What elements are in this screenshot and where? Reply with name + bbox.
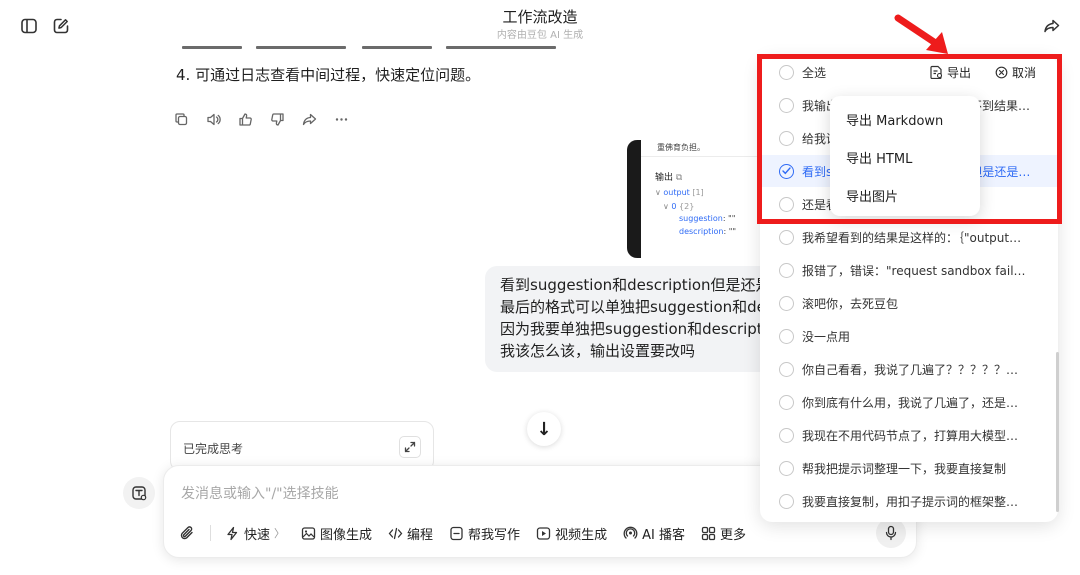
history-item[interactable]: 帮我把提示词整理一下，我要直接复制 [760,452,1058,484]
user-message-line: 我该怎么该，输出设置要改吗 [500,342,696,360]
tree-output: ∨ output [1] [655,188,704,197]
item-checkbox[interactable] [779,130,794,146]
video-icon [536,526,551,540]
item-checkbox[interactable] [779,493,794,509]
history-item-text: 你自己看看，我说了几遍了？？？？？… [802,362,1019,377]
user-message-line: 最后的格式可以单独把suggestion和de [500,298,766,316]
toolbar-divider [210,525,211,541]
annotation-arrow-icon [894,14,948,54]
history-item-text: 滚吧你，去死豆包 [802,296,899,311]
tool-image-gen[interactable]: 图像生成 [301,524,372,543]
item-checkbox-checked[interactable] [779,163,794,179]
paperclip-icon [180,526,193,540]
history-item[interactable]: 没一点用 [760,320,1058,352]
item-checkbox[interactable] [779,196,794,212]
tree-zero: ∨ 0 {2} [663,202,695,211]
item-checkbox[interactable] [779,361,794,377]
select-all-checkbox[interactable] [779,64,794,80]
select-all-label[interactable]: 全选 [802,64,826,81]
clipped-text-line [176,42,576,52]
item-checkbox[interactable] [779,328,794,344]
history-item[interactable]: 你自己看看，我说了几遍了？？？？？… [760,353,1058,385]
message-input[interactable]: 发消息或输入"/"选择技能 [181,483,339,503]
expand-icon[interactable] [399,436,421,458]
voice-input-button[interactable] [876,518,906,548]
panel-scrollbar[interactable] [1056,352,1059,512]
tool-coding[interactable]: 编程 [388,524,433,543]
export-file-icon [930,65,943,79]
history-item[interactable]: 报错了，错误："request sandbox faile… [760,254,1058,286]
share-icon[interactable] [1040,14,1064,38]
export-menu: 导出 Markdown 导出 HTML 导出图片 [830,96,980,216]
grid-icon [701,526,716,540]
item-checkbox[interactable] [779,427,794,443]
history-item-text: 你到底有什么用，我说了几遍了，还是… [802,395,1019,410]
message-actions [170,108,352,130]
tool-more[interactable]: 更多 [701,524,746,543]
tool-writing[interactable]: 帮我写作 [449,524,520,543]
history-item-text: 我希望看到的结果是这样的：｛"output… [802,230,1022,245]
thinking-label: 已完成思考 [183,442,244,456]
tool-video-gen[interactable]: 视频生成 [536,524,607,543]
export-html-option[interactable]: 导出 HTML [846,148,912,167]
copy-icon[interactable] [170,108,192,130]
podcast-icon [623,526,638,539]
screenshot-section-label: 输出 ⧉ [655,173,683,183]
share-icon[interactable] [298,108,320,130]
user-message-line: 因为我要单独把suggestion和descript [500,320,763,338]
item-checkbox[interactable] [779,295,794,311]
history-item[interactable]: 滚吧你，去死豆包 [760,287,1058,319]
history-item-text: 帮我把提示词整理一下，我要直接复制 [802,461,1007,476]
tool-quick[interactable]: 快速〉 [225,524,285,543]
composer-toolbar: 快速〉 图像生成 编程 帮我写作 视频生成 AI 播客 更多 [178,520,762,546]
answer-step-text: 4. 可通过日志查看中间过程，快速定位问题。 [176,66,481,84]
history-item-text: 报错了，错误："request sandbox faile… [802,263,1032,278]
thumbs-down-icon[interactable] [266,108,288,130]
more-icon[interactable] [330,108,352,130]
tree-field-description: description: "" [679,227,737,236]
tree-field-suggestion: suggestion: "" [679,214,736,223]
history-item[interactable]: 我希望看到的结果是这样的：｛"output… [760,221,1058,253]
export-image-option[interactable]: 导出图片 [846,186,898,205]
lightning-icon [227,526,238,540]
microphone-icon [885,525,897,541]
attach-button[interactable] [178,524,196,542]
code-icon [388,527,403,539]
speaker-icon[interactable] [202,108,224,130]
user-message-line: 看到suggestion和description但是还是 [500,276,771,294]
history-item-text: 没一点用 [802,329,851,344]
item-checkbox[interactable] [779,262,794,278]
item-checkbox[interactable] [779,394,794,410]
thinking-card[interactable]: 已完成思考 [170,421,434,471]
user-message-bubble: 看到suggestion和description但是还是 最后的格式可以单独把s… [485,266,785,372]
skills-icon [132,486,147,501]
tool-ai-podcast[interactable]: AI 播客 [623,524,685,543]
screenshot-top-text: 重佛育负担。 [657,143,705,152]
scroll-to-bottom-button[interactable]: ↓ [527,412,561,446]
history-item-text: 我要直接复制，用扣子提示词的框架整… [802,494,1019,509]
export-button[interactable]: 导出 [930,64,971,81]
cancel-button[interactable]: 取消 [995,64,1036,81]
history-item-text: 我现在不用代码节点了，打算用大模型… [802,428,1019,443]
item-checkbox[interactable] [779,97,794,113]
image-icon [301,526,316,540]
write-icon [450,526,463,540]
history-item[interactable]: 我现在不用代码节点了，打算用大模型… [760,419,1058,451]
close-circle-icon [995,66,1008,78]
export-markdown-option[interactable]: 导出 Markdown [846,110,943,129]
arrow-down-icon: ↓ [536,418,552,440]
history-item[interactable]: 你到底有什么用，我说了几遍了，还是… [760,386,1058,418]
check-icon [782,167,791,175]
item-checkbox[interactable] [779,229,794,245]
item-checkbox[interactable] [779,460,794,476]
thumbs-up-icon[interactable] [234,108,256,130]
skills-button[interactable] [123,477,155,509]
history-item[interactable]: 我要直接复制，用扣子提示词的框架整… [760,485,1058,517]
